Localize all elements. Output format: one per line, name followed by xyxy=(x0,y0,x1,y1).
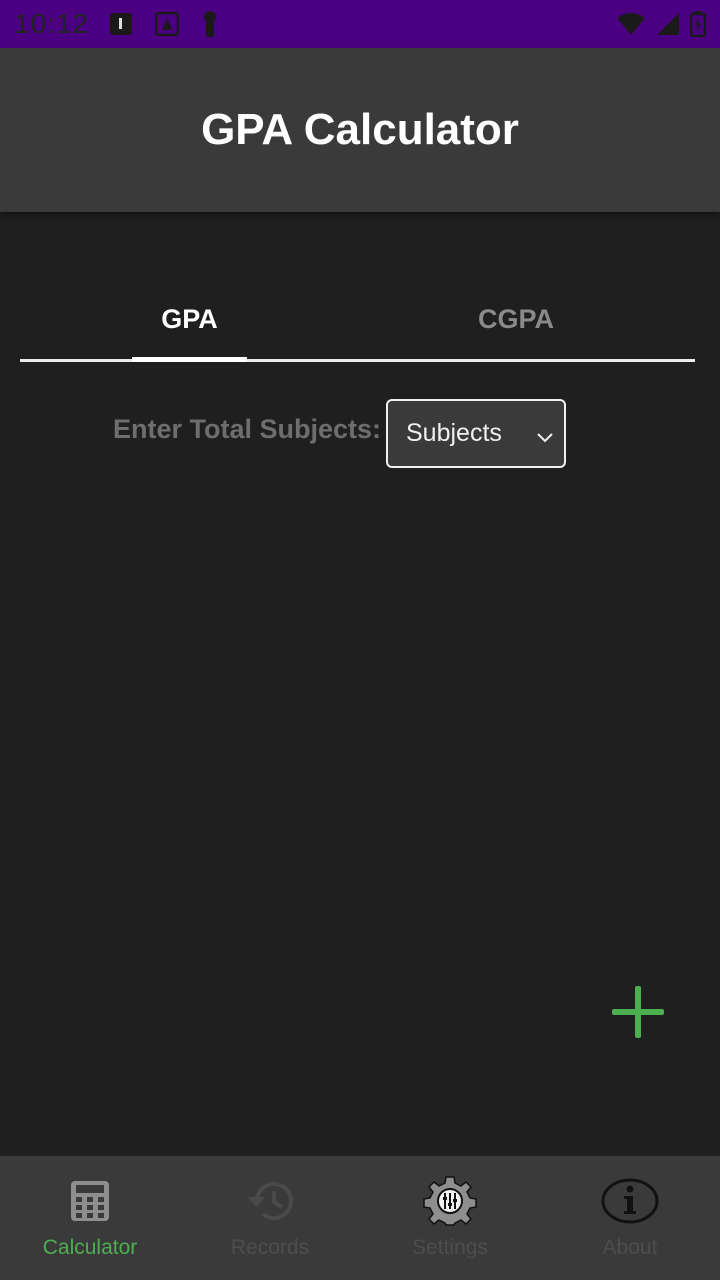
add-subject-button[interactable] xyxy=(604,978,672,1046)
android-notification-icon xyxy=(155,12,180,36)
status-time: 10:12 xyxy=(14,8,90,39)
nav-item-records[interactable]: Records xyxy=(180,1156,360,1280)
wifi-icon xyxy=(616,12,646,36)
tab-bar: GPA CGPA xyxy=(20,280,695,362)
calculator-icon xyxy=(70,1176,110,1226)
subjects-label: Enter Total Subjects: xyxy=(113,414,382,444)
nav-label-records: Records xyxy=(230,1236,310,1259)
plus-icon xyxy=(612,986,664,1038)
app-notification-icon xyxy=(109,12,133,36)
key-notification-icon xyxy=(201,10,219,38)
tab-cgpa[interactable]: CGPA xyxy=(460,280,572,359)
active-tab-indicator xyxy=(132,357,247,362)
nav-item-settings[interactable]: Settings xyxy=(360,1156,540,1280)
bottom-navigation: Calculator Records Settings About xyxy=(0,1156,720,1280)
nav-label-about: About xyxy=(602,1236,658,1259)
subjects-dropdown-value: Subjects xyxy=(406,419,502,447)
settings-gear-icon xyxy=(421,1176,479,1226)
system-icons xyxy=(616,11,706,37)
signal-icon xyxy=(656,12,680,36)
app-bar: GPA Calculator xyxy=(0,48,720,212)
tab-gpa[interactable]: GPA xyxy=(132,280,247,359)
page-title: GPA Calculator xyxy=(201,105,519,154)
status-bar: 10:12 xyxy=(0,0,720,48)
nav-item-calculator[interactable]: Calculator xyxy=(0,1156,180,1280)
notification-icons xyxy=(109,10,219,38)
history-icon xyxy=(243,1176,297,1226)
battery-icon xyxy=(690,11,706,37)
chevron-down-icon xyxy=(536,425,554,454)
nav-label-calculator: Calculator xyxy=(42,1236,138,1259)
subjects-dropdown[interactable]: Subjects xyxy=(386,399,566,468)
nav-label-settings: Settings xyxy=(412,1236,488,1259)
nav-item-about[interactable]: About xyxy=(540,1156,720,1280)
info-icon xyxy=(601,1176,659,1226)
